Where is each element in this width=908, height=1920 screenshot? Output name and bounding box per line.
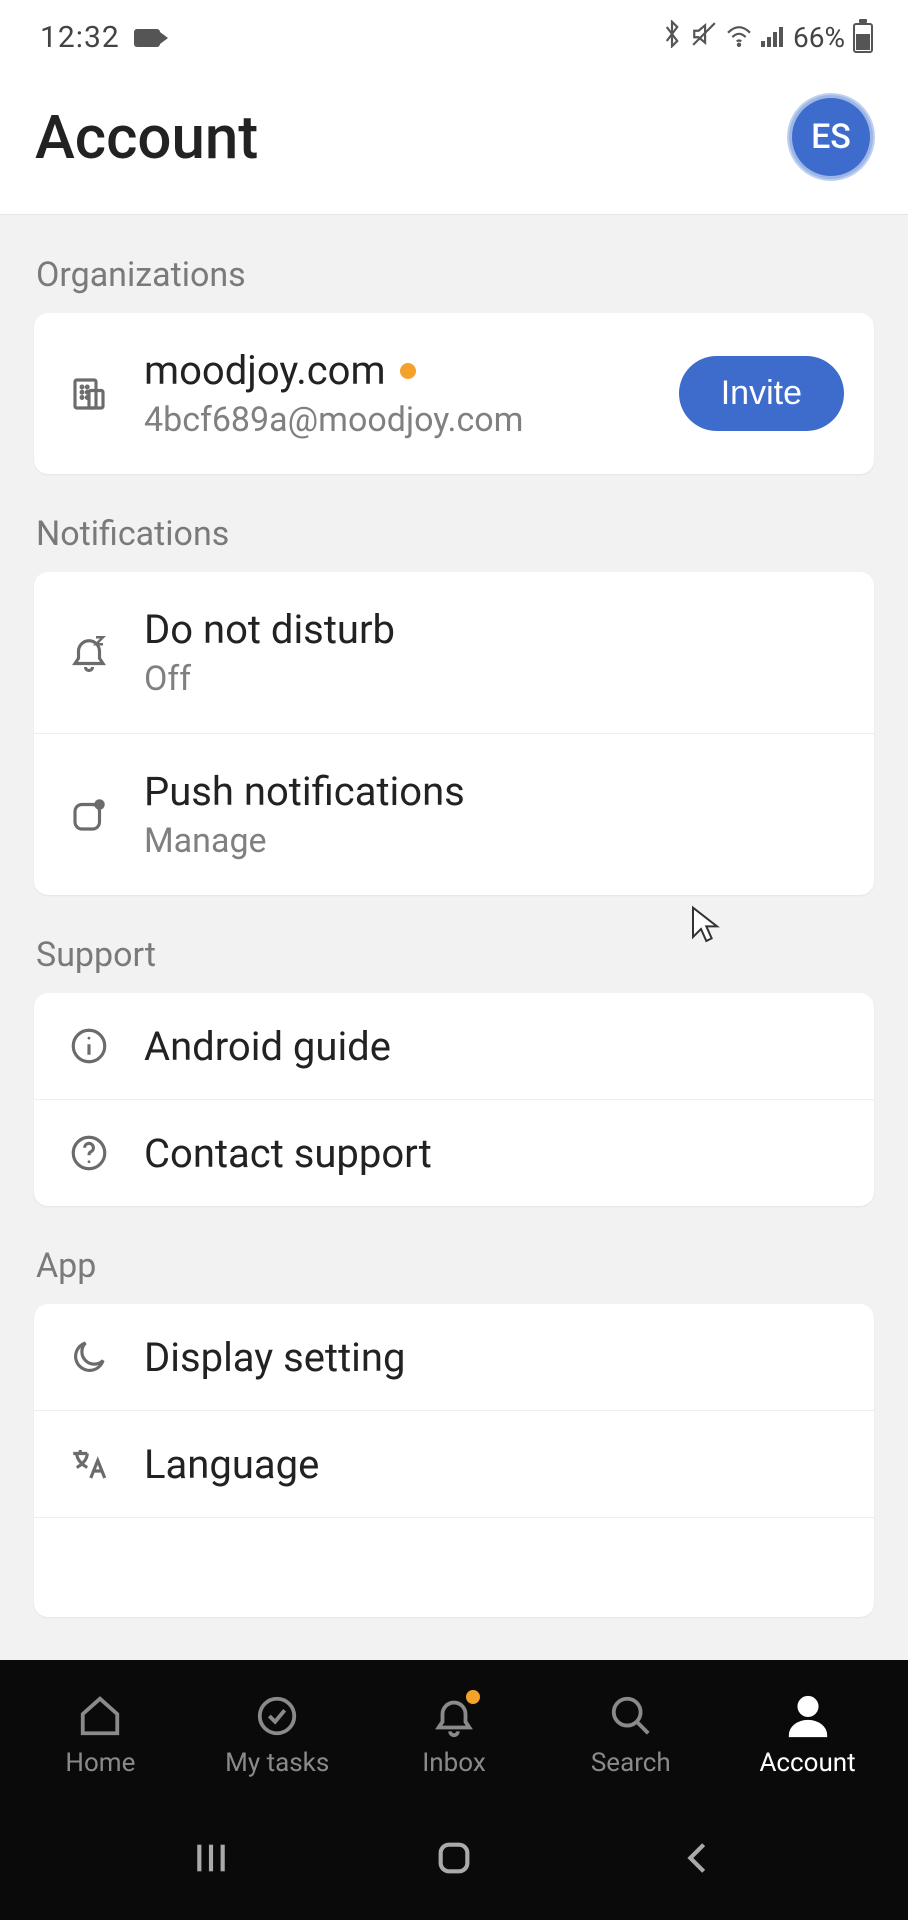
- language-row[interactable]: Language: [34, 1410, 874, 1517]
- tab-inbox[interactable]: Inbox: [366, 1692, 543, 1778]
- tab-home[interactable]: Home: [12, 1692, 189, 1778]
- wifi-icon: [725, 21, 753, 54]
- snooze-bell-icon: [64, 628, 114, 678]
- organization-name: moodjoy.com: [144, 347, 386, 394]
- contact-support-label: Contact support: [144, 1130, 844, 1177]
- building-icon: [64, 369, 114, 419]
- language-icon: [64, 1439, 114, 1489]
- status-bar: 12:32 66%: [0, 0, 908, 75]
- tab-search[interactable]: Search: [542, 1692, 719, 1778]
- tab-label: Search: [591, 1748, 671, 1778]
- notifications-card: Do not disturb Off Push notifications Ma…: [34, 572, 874, 895]
- bluetooth-icon: [661, 20, 683, 55]
- camera-icon: [134, 29, 160, 47]
- back-button[interactable]: [677, 1838, 717, 1882]
- bottom-tab-bar: Home My tasks Inbox Search Account: [0, 1660, 908, 1800]
- display-setting-label: Display setting: [144, 1334, 844, 1381]
- language-label: Language: [144, 1441, 844, 1488]
- help-icon: [64, 1128, 114, 1178]
- invite-button[interactable]: Invite: [679, 356, 844, 431]
- mute-icon: [691, 21, 717, 54]
- person-icon: [784, 1692, 832, 1740]
- battery-icon: [853, 23, 873, 53]
- push-icon: [64, 790, 114, 840]
- check-circle-icon: [253, 1692, 301, 1740]
- section-label-organizations: Organizations: [0, 215, 908, 313]
- page-title: Account: [35, 102, 258, 173]
- organization-row[interactable]: moodjoy.com 4bcf689a@moodjoy.com Invite: [34, 313, 874, 474]
- recents-button[interactable]: [191, 1838, 231, 1882]
- bell-icon: [430, 1692, 478, 1740]
- push-title: Push notifications: [144, 768, 844, 815]
- tab-label: Home: [65, 1748, 135, 1778]
- dnd-title: Do not disturb: [144, 606, 844, 653]
- section-label-support: Support: [0, 895, 908, 993]
- status-dot-icon: [400, 363, 416, 379]
- tab-account[interactable]: Account: [719, 1692, 896, 1778]
- header: Account ES: [0, 75, 908, 215]
- android-guide-label: Android guide: [144, 1023, 844, 1070]
- dnd-value: Off: [144, 659, 844, 699]
- app-card: Display setting Language: [34, 1304, 874, 1617]
- contact-support-row[interactable]: Contact support: [34, 1099, 874, 1206]
- do-not-disturb-row[interactable]: Do not disturb Off: [34, 572, 874, 733]
- battery-percentage: 66%: [793, 21, 845, 54]
- home-button[interactable]: [434, 1838, 474, 1882]
- moon-icon: [64, 1332, 114, 1382]
- tab-label: Account: [759, 1748, 855, 1778]
- signal-icon: [761, 21, 785, 54]
- display-setting-row[interactable]: Display setting: [34, 1304, 874, 1410]
- info-icon: [64, 1021, 114, 1071]
- section-label-notifications: Notifications: [0, 474, 908, 572]
- tab-my-tasks[interactable]: My tasks: [189, 1692, 366, 1778]
- home-icon: [76, 1692, 124, 1740]
- avatar[interactable]: ES: [789, 95, 873, 179]
- push-notifications-row[interactable]: Push notifications Manage: [34, 733, 874, 895]
- organizations-card: moodjoy.com 4bcf689a@moodjoy.com Invite: [34, 313, 874, 474]
- next-row-partial[interactable]: [34, 1517, 874, 1617]
- tab-label: My tasks: [225, 1748, 329, 1778]
- android-guide-row[interactable]: Android guide: [34, 993, 874, 1099]
- notification-dot-icon: [466, 1690, 480, 1704]
- section-label-app: App: [0, 1206, 908, 1304]
- tab-label: Inbox: [422, 1748, 486, 1778]
- system-nav-bar: [0, 1800, 908, 1920]
- push-value: Manage: [144, 821, 844, 861]
- status-time: 12:32: [40, 20, 120, 55]
- organization-email: 4bcf689a@moodjoy.com: [144, 400, 679, 440]
- support-card: Android guide Contact support: [34, 993, 874, 1206]
- search-icon: [607, 1692, 655, 1740]
